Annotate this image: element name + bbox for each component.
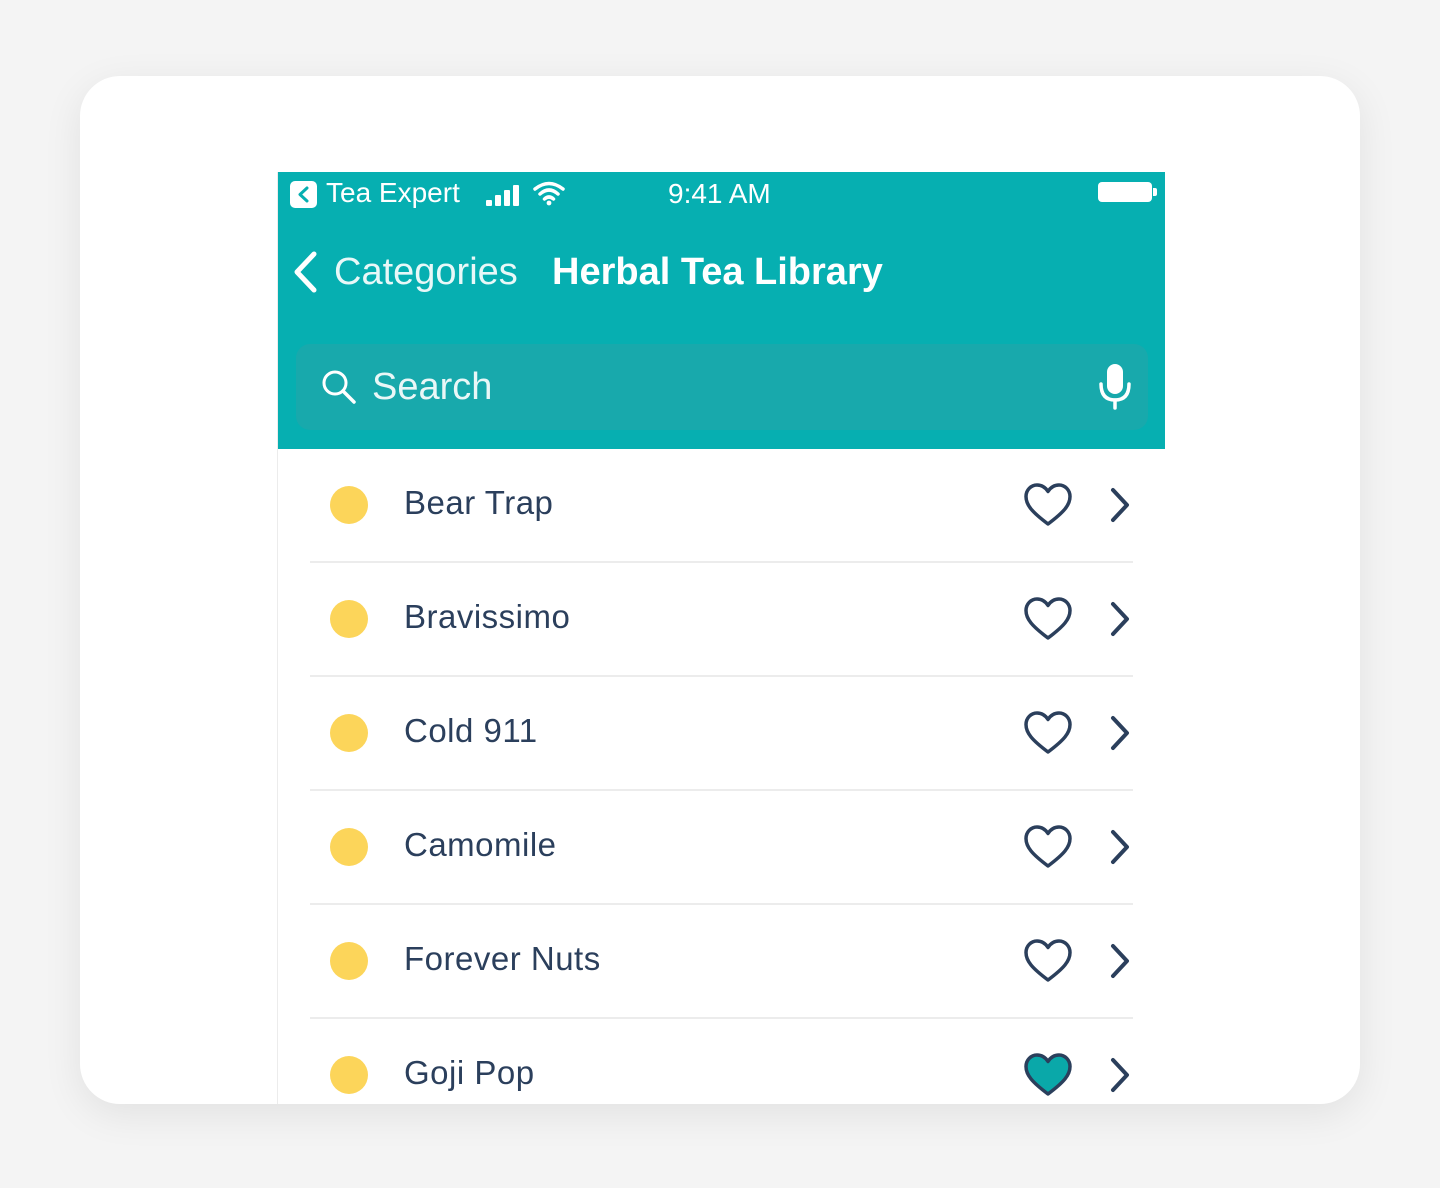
tea-row-camomile[interactable]: Camomile — [278, 791, 1165, 905]
tea-row-forever-nuts[interactable]: Forever Nuts — [278, 905, 1165, 1019]
battery-icon — [1098, 182, 1157, 202]
clock: 9:41 AM — [668, 178, 771, 209]
back-button-label: Categories — [334, 251, 518, 293]
category-dot — [330, 486, 368, 524]
microphone-icon[interactable] — [1098, 362, 1132, 412]
chevron-right-icon — [1111, 830, 1129, 864]
chevron-right-icon — [1111, 488, 1129, 522]
category-dot — [330, 714, 368, 752]
heart-outline-icon[interactable] — [1022, 937, 1074, 985]
heart-outline-icon[interactable] — [1022, 709, 1074, 757]
heart-filled-icon[interactable] — [1022, 1051, 1074, 1099]
page-title: Herbal Tea Library — [552, 251, 883, 293]
tea-name: Cold 911 — [404, 712, 538, 749]
category-dot — [330, 1056, 368, 1094]
tea-name: Goji Pop — [404, 1054, 535, 1091]
phone-screen: Tea Expert 9:41 AM Categories Herbal Tea… — [277, 172, 1165, 1104]
chevron-left-icon — [294, 251, 317, 293]
navigation-bar: Categories Herbal Tea Library — [278, 242, 1165, 302]
tea-row-bravissimo[interactable]: Bravissimo — [278, 563, 1165, 677]
chevron-right-icon — [1111, 944, 1129, 978]
tea-list: Bear Trap Bravissimo Cold 911 Camomile F… — [278, 449, 1165, 1104]
search-bar[interactable]: Search — [296, 344, 1148, 430]
chevron-right-icon — [1111, 602, 1129, 636]
tea-row-cold-911[interactable]: Cold 911 — [278, 677, 1165, 791]
header: Tea Expert 9:41 AM Categories Herbal Tea… — [278, 172, 1165, 449]
back-button[interactable]: Categories — [292, 248, 518, 296]
cellular-signal-icon — [486, 184, 526, 206]
tea-row-goji-pop[interactable]: Goji Pop — [278, 1019, 1165, 1104]
category-dot — [330, 600, 368, 638]
back-to-app-icon[interactable] — [290, 181, 317, 208]
tea-row-bear-trap[interactable]: Bear Trap — [278, 449, 1165, 563]
tea-name: Forever Nuts — [404, 940, 601, 977]
chevron-right-icon — [1111, 716, 1129, 750]
return-app-name[interactable]: Tea Expert — [326, 177, 460, 209]
wifi-icon — [533, 181, 565, 206]
search-input[interactable]: Search — [372, 362, 492, 412]
screenshot-card: Tea Expert 9:41 AM Categories Herbal Tea… — [80, 76, 1360, 1104]
category-dot — [330, 828, 368, 866]
category-dot — [330, 942, 368, 980]
search-icon — [322, 370, 356, 404]
tea-name: Bravissimo — [404, 598, 571, 635]
tea-name: Bear Trap — [404, 484, 554, 521]
heart-outline-icon[interactable] — [1022, 481, 1074, 529]
heart-outline-icon[interactable] — [1022, 595, 1074, 643]
chevron-right-icon — [1111, 1058, 1129, 1092]
heart-outline-icon[interactable] — [1022, 823, 1074, 871]
status-bar: Tea Expert 9:41 AM — [278, 172, 1165, 216]
tea-name: Camomile — [404, 826, 557, 863]
